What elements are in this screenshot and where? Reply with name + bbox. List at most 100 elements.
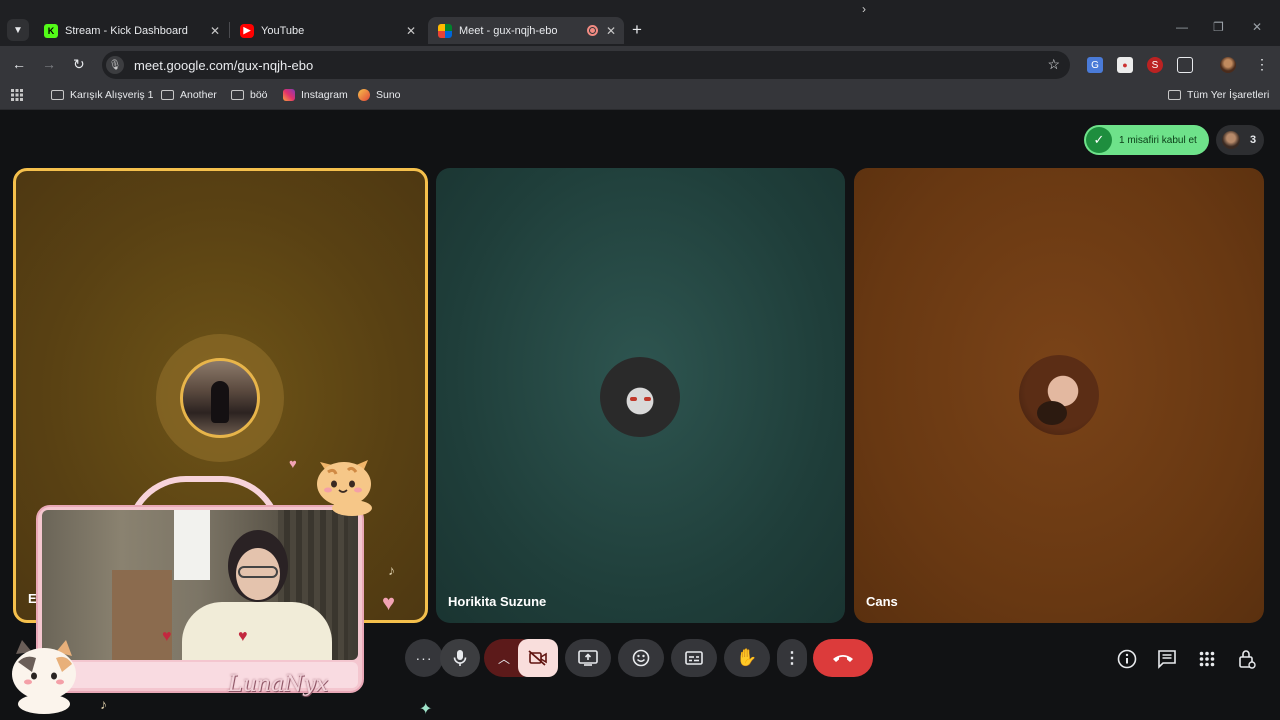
instagram-icon — [283, 89, 295, 101]
present-screen-icon — [578, 650, 598, 666]
address-bar[interactable]: 🎙 meet.google.com/gux-nqjh-ebo ☆ — [102, 51, 1070, 79]
url-text[interactable]: meet.google.com/gux-nqjh-ebo — [134, 58, 313, 73]
back-arrow-icon[interactable]: ← — [12, 56, 26, 72]
tab-search-button[interactable]: ▼ — [7, 19, 29, 41]
participants-count: 3 — [1250, 134, 1257, 146]
participant-avatar — [1019, 355, 1099, 435]
bookmark-label: Another — [180, 89, 217, 101]
music-note-icon: ♪ — [100, 696, 107, 712]
captions-button[interactable] — [671, 639, 717, 677]
extensions-puzzle-icon[interactable] — [1177, 57, 1193, 73]
bookmark-boo[interactable]: böö — [231, 89, 268, 101]
window-close-icon[interactable]: ✕ — [1252, 20, 1262, 34]
chevron-right-icon: › — [862, 2, 866, 16]
raise-hand-button[interactable]: ✋ — [724, 639, 770, 677]
participants-button[interactable]: 3 — [1216, 125, 1264, 155]
participant-avatar — [1222, 131, 1240, 149]
new-tab-icon[interactable]: + — [632, 20, 642, 40]
heart-sticker-icon: ♥ — [382, 590, 396, 615]
emoji-icon — [632, 649, 650, 667]
chevron-up-icon: ︿ — [497, 651, 510, 666]
tab-strip: › ▼ K Stream - Kick Dashboard ✕ ▶ YouTub… — [0, 0, 1280, 46]
extension-icon[interactable]: ● — [1117, 57, 1133, 73]
participant-tile-cans[interactable]: Cans — [854, 168, 1264, 623]
bookmark-label: Instagram — [301, 89, 348, 101]
folder-icon — [51, 90, 64, 101]
forward-arrow-icon[interactable]: → — [42, 56, 56, 72]
suno-icon — [358, 89, 370, 101]
captions-icon — [685, 651, 703, 665]
heart-sticker-icon: ♥ — [289, 456, 297, 471]
cat-sticker-small-icon — [12, 640, 76, 714]
participant-tile-horikita[interactable]: Horikita Suzune — [436, 168, 845, 623]
minimize-icon[interactable]: — — [1176, 20, 1188, 34]
site-info-icon[interactable]: 🎙 — [106, 56, 124, 74]
admit-label: 1 misafiri kabul et — [1119, 134, 1197, 146]
participant-name: Cans — [866, 594, 898, 609]
bookmark-instagram[interactable]: Instagram — [283, 89, 348, 101]
tab-title: YouTube — [261, 24, 305, 37]
bookmark-karisik[interactable]: Karışık Alışveriş 1 — [51, 89, 153, 101]
close-tab-icon[interactable]: ✕ — [406, 24, 416, 38]
mic-icon — [453, 650, 467, 666]
more-vert-icon: ⋮ — [784, 650, 800, 667]
profile-avatar[interactable] — [1220, 57, 1236, 73]
chat-button[interactable] — [1156, 648, 1178, 670]
bookmarks-bar: Karışık Alışveriş 1 Another böö Instagra… — [0, 84, 1280, 110]
end-call-icon — [833, 655, 853, 662]
host-controls-button[interactable] — [1236, 648, 1258, 670]
all-bookmarks-label: Tüm Yer İşaretleri — [1187, 89, 1270, 101]
all-bookmarks[interactable]: Tüm Yer İşaretleri — [1168, 89, 1269, 101]
tab-title: Meet - gux-nqjh-ebo — [459, 24, 558, 37]
participant-avatar — [600, 357, 680, 437]
meeting-info-button[interactable] — [1116, 648, 1138, 670]
participant-name: Horikita Suzune — [448, 594, 547, 609]
browser-toolbar: ← → ↻ 🎙 meet.google.com/gux-nqjh-ebo ☆ G… — [0, 46, 1280, 84]
bookmark-label: Karışık Alışveriş 1 — [70, 89, 154, 101]
reactions-button[interactable] — [618, 639, 664, 677]
extension-red-icon[interactable]: S — [1147, 57, 1163, 73]
sparkle-icon: ✦ — [419, 701, 433, 718]
kick-icon: K — [44, 23, 58, 38]
recording-icon — [587, 25, 598, 36]
cat-sticker-icon — [317, 460, 372, 516]
translate-extension-icon[interactable]: G — [1087, 57, 1103, 73]
restore-icon[interactable]: ❐ — [1213, 20, 1224, 34]
webcam-video: ♥ ♥ — [42, 510, 358, 660]
meet-icon — [438, 23, 452, 38]
more-options-button[interactable]: ··· — [405, 639, 443, 677]
camera-off-icon — [528, 650, 547, 666]
close-tab-icon[interactable]: ✕ — [606, 24, 616, 38]
tab-meet[interactable]: Meet - gux-nqjh-ebo ✕ — [428, 17, 624, 44]
participant-avatar — [180, 358, 260, 438]
bookmark-another[interactable]: Another — [161, 89, 217, 101]
apps-grid-icon[interactable] — [11, 89, 29, 101]
bookmark-star-icon[interactable]: ☆ — [1047, 56, 1060, 73]
raise-hand-icon: ✋ — [736, 648, 758, 667]
reload-icon[interactable]: ↻ — [73, 56, 85, 73]
tab-youtube[interactable]: ▶ YouTube ✕ — [230, 17, 424, 44]
admit-guest-button[interactable]: ✓ 1 misafiri kabul et — [1084, 125, 1209, 155]
more-options-icon: ··· — [415, 650, 433, 666]
bookmark-label: böö — [250, 89, 268, 101]
activities-icon — [1199, 651, 1215, 667]
youtube-icon: ▶ — [240, 23, 254, 38]
tab-kick[interactable]: K Stream - Kick Dashboard ✕ — [34, 17, 228, 44]
check-icon: ✓ — [1086, 127, 1112, 153]
tab-title: Stream - Kick Dashboard — [65, 24, 188, 37]
host-controls-icon — [1239, 650, 1256, 669]
mic-button[interactable] — [440, 639, 480, 677]
close-tab-icon[interactable]: ✕ — [210, 24, 220, 38]
folder-icon — [161, 90, 174, 101]
bookmark-suno[interactable]: Suno — [358, 89, 401, 101]
chat-icon — [1158, 650, 1176, 669]
activities-button[interactable] — [1196, 648, 1218, 670]
folder-icon — [231, 90, 244, 101]
camera-toggle-button[interactable] — [518, 639, 558, 677]
leave-call-button[interactable] — [813, 639, 873, 677]
browser-menu-icon[interactable]: ⋮ — [1255, 56, 1269, 73]
music-note-icon: ♪ — [388, 562, 395, 578]
more-vert-button[interactable]: ⋮ — [777, 639, 807, 677]
bookmark-label: Suno — [376, 89, 401, 101]
present-button[interactable] — [565, 639, 611, 677]
